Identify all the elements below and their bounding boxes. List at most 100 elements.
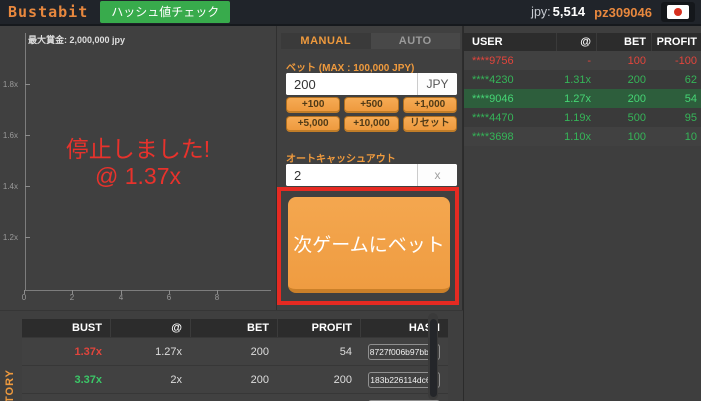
player-cell: ****4470	[472, 111, 514, 124]
bet-mode-tabs: MANUAL AUTO	[281, 33, 460, 49]
game-chart: 最大賞金: 2,000,000 jpy 1.8x 1.6x 1.4x 1.2x 0 2 4 6…	[0, 26, 276, 310]
history-bust-cell: 1.37x	[22, 338, 110, 365]
player-cell: 200	[627, 73, 646, 86]
player-row: ****3698 1.10x 100 10	[464, 127, 701, 146]
x-tick-mark	[169, 290, 170, 294]
place-bet-button[interactable]: 次ゲームにベット	[288, 197, 450, 293]
x-tick-label: 2	[69, 293, 75, 302]
topbar: Bustabit ハッシュ値チェック jpy: 5,514 pz309046	[0, 0, 701, 26]
y-tick-mark	[25, 84, 30, 85]
bet-increment-button[interactable]: +500	[344, 97, 399, 113]
max-win-label: 最大賞金: 2,000,000 jpy	[28, 35, 126, 45]
history-header-cell: PROFIT	[277, 319, 360, 337]
players-panel: USER @ BET PROFIT ****9756-100 -100 ****4230 1…	[463, 26, 701, 401]
history-table-body: 1.37x 1.27x 200 54 8727f006b97bb82 3.37x 2x 200…	[22, 337, 448, 401]
history-at-cell: 2x	[170, 373, 182, 386]
player-cell: 1.27x	[564, 92, 591, 105]
history-tab-label: HISTORY	[4, 368, 16, 401]
history-at-cell: 1.27x	[155, 345, 182, 358]
history-profit-cell: 54	[339, 345, 352, 358]
players-header-cell: BET	[596, 33, 651, 51]
player-cell: 1.19x	[564, 111, 591, 124]
crash-message-line2: @ 1.37x	[94, 163, 181, 189]
bet-increment-button[interactable]: +5,000	[286, 116, 341, 132]
y-tick-mark	[25, 237, 30, 238]
bet-increment-grid: +100 +500 +1,000 +5,000 +10,000 リセット	[286, 97, 457, 132]
balance-label: jpy:	[531, 5, 551, 19]
autocashout-group: x	[286, 164, 457, 186]
bet-amount-group: JPY	[286, 73, 457, 95]
hash-check-button[interactable]: ハッシュ値チェック	[100, 1, 231, 23]
username-link[interactable]: pz309046	[594, 5, 652, 20]
x-tick-mark	[24, 290, 25, 294]
player-row: ****9046 1.27x 200 54	[464, 89, 701, 108]
bet-reset-button[interactable]: リセット	[402, 116, 457, 132]
players-header-cell: PROFIT	[651, 33, 701, 51]
autocashout-unit-addon: x	[417, 164, 457, 186]
bet-increment-button[interactable]: +100	[286, 97, 341, 113]
player-cell: 95	[684, 111, 697, 124]
player-cell: 500	[627, 111, 646, 124]
x-tick-mark	[72, 290, 73, 294]
autocashout-input[interactable]	[286, 164, 417, 186]
history-bust-cell: 3.37x	[22, 366, 110, 393]
bet-increment-button[interactable]: +1,000	[402, 97, 457, 113]
history-header-cell: @	[110, 319, 190, 337]
history-header-cell: BUST	[72, 322, 102, 334]
crash-message: 停止しました! @ 1.37x	[10, 136, 266, 190]
tab-auto[interactable]: AUTO	[370, 33, 460, 49]
player-cell: -100	[674, 54, 697, 67]
history-panel: HISTORY BUST @ BET PROFIT HASH 1.37x 1.27x 200…	[0, 310, 463, 401]
player-cell: ****4230	[472, 73, 514, 86]
bet-increment-button[interactable]: +10,000	[344, 116, 399, 132]
players-header-cell: USER	[472, 36, 503, 48]
bust-value: 3.37x	[74, 373, 102, 386]
player-cell: ****9046	[472, 92, 514, 105]
history-tab[interactable]: HISTORY	[0, 311, 22, 401]
history-scrollbar-thumb[interactable]	[429, 319, 437, 397]
chart-x-axis	[25, 290, 271, 291]
player-cell: 10	[684, 130, 697, 143]
japan-flag-icon[interactable]	[661, 2, 695, 22]
player-cell: ****3698	[472, 130, 514, 143]
history-row: 5.51x	[22, 393, 448, 401]
history-at-cell	[110, 394, 190, 401]
flag-sun	[674, 8, 682, 16]
players-table-body: ****9756-100 -100 ****4230 1.31x 200 62 ****90…	[464, 51, 701, 146]
player-row: ****4470 1.19x 500 95	[464, 108, 701, 127]
x-tick-label: 8	[214, 293, 220, 302]
history-row: 1.37x 1.27x 200 54 8727f006b97bb82	[22, 337, 448, 365]
app-logo[interactable]: Bustabit	[8, 3, 88, 21]
balance-value: 5,514	[552, 4, 586, 19]
history-bust-cell: 5.51x	[22, 394, 110, 401]
history-row: 3.37x 2x 200 200 183b226114dc6df	[22, 365, 448, 393]
x-tick-label: 0	[21, 293, 27, 302]
tab-manual[interactable]: MANUAL	[281, 33, 371, 49]
history-header-cell: BET	[190, 319, 277, 337]
x-tick-label: 4	[118, 293, 124, 302]
player-cell: 1.10x	[564, 130, 591, 143]
history-profit-cell: 200	[333, 373, 352, 386]
players-table-header: USER @ BET PROFIT	[464, 33, 701, 51]
y-tick-text: 1.8x	[2, 80, 18, 89]
autocashout-label: オートキャッシュアウト	[286, 154, 396, 165]
bet-amount-label: ベット (MAX : 100,000 JPY)	[286, 63, 415, 74]
bust-value: 1.37x	[74, 345, 102, 358]
history-bet-cell	[190, 394, 277, 401]
bet-panel: MANUALAUTO ベット (MAX : 100,000 JPY) JPY +…	[276, 26, 463, 310]
player-cell: 54	[684, 92, 697, 105]
player-cell: ****9756	[472, 54, 514, 67]
player-cell: 200	[627, 92, 646, 105]
player-cell: 100	[627, 130, 646, 143]
x-tick-label: 6	[166, 293, 172, 302]
history-bet-cell: 200	[250, 345, 269, 358]
bet-amount-input[interactable]	[286, 73, 417, 95]
player-cell: -	[587, 54, 591, 67]
player-cell: 1.31x	[564, 73, 591, 86]
y-tick-text: 1.2x	[2, 233, 18, 242]
player-cell: 62	[684, 73, 697, 86]
history-table-header: BUST @ BET PROFIT HASH	[22, 319, 448, 337]
history-bet-cell: 200	[250, 373, 269, 386]
players-header-cell: @	[556, 33, 596, 51]
history-profit-cell	[277, 394, 360, 401]
